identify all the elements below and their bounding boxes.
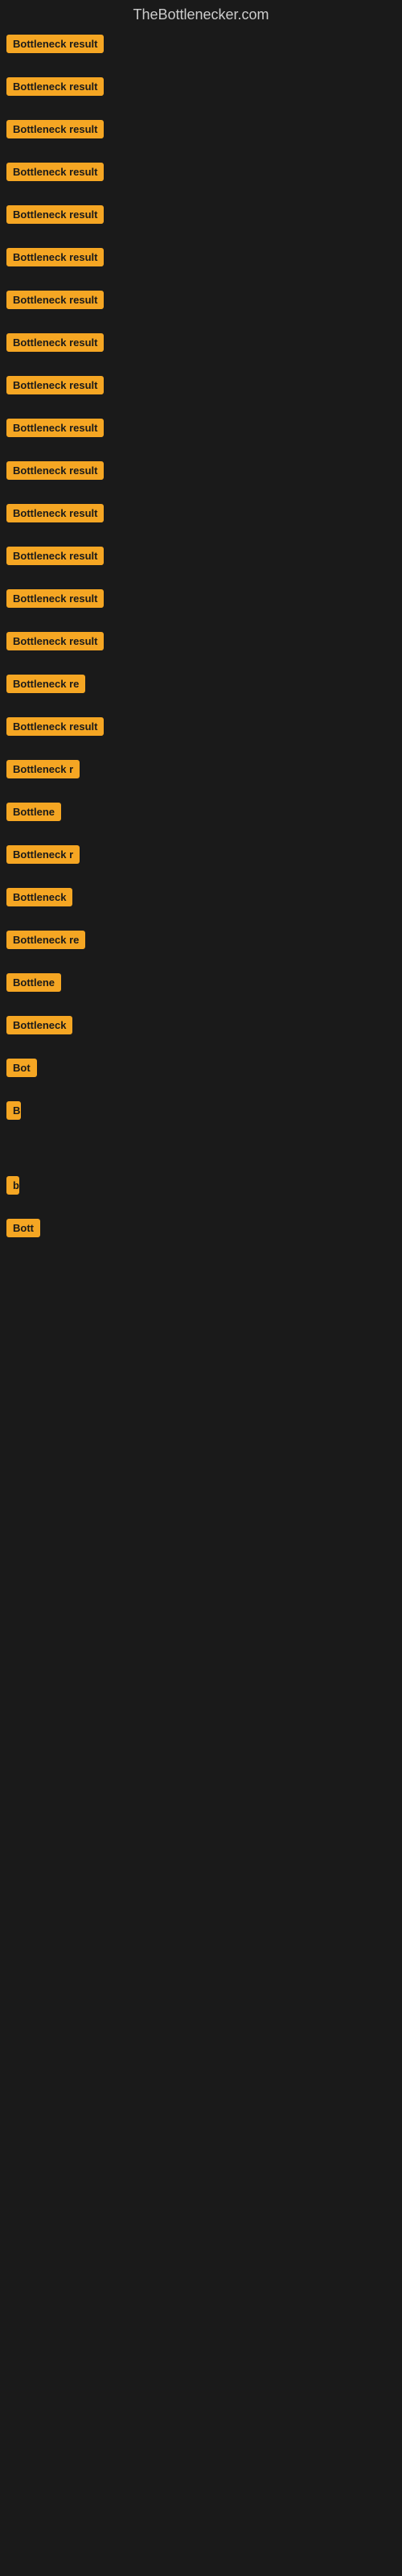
list-item[interactable]: Bottleneck result — [6, 547, 402, 565]
bottleneck-badge[interactable]: Bottlene — [6, 803, 61, 821]
bottleneck-section: Bottleneck result — [0, 414, 402, 456]
bottleneck-section — [0, 1139, 402, 1171]
bottleneck-section: Bottleneck result — [0, 30, 402, 72]
bottleneck-badge[interactable]: Bottleneck r — [6, 845, 80, 864]
list-item[interactable]: Bottleneck r — [6, 760, 402, 778]
bottleneck-badge[interactable]: Bottleneck result — [6, 461, 104, 480]
bottleneck-section: Bottleneck — [0, 1011, 402, 1054]
list-item[interactable]: Bottleneck result — [6, 504, 402, 522]
bottleneck-badge[interactable]: Bottleneck result — [6, 120, 104, 138]
bottleneck-badge[interactable]: Bottleneck result — [6, 205, 104, 224]
bottleneck-section: Bottleneck result — [0, 712, 402, 755]
site-title: TheBottlenecker.com — [0, 0, 402, 30]
list-item[interactable]: Bottleneck result — [6, 717, 402, 736]
bottleneck-section: Bottleneck result — [0, 371, 402, 414]
list-item[interactable]: Bottleneck result — [6, 291, 402, 309]
list-item[interactable]: Bottleneck result — [6, 35, 402, 53]
bottleneck-badge[interactable]: Bottleneck result — [6, 333, 104, 352]
list-item[interactable]: Bottleneck result — [6, 205, 402, 224]
list-item[interactable]: B — [6, 1101, 402, 1120]
bottleneck-section: Bottleneck result — [0, 584, 402, 627]
bottleneck-badge[interactable]: Bott — [6, 1219, 40, 1237]
list-item[interactable]: b — [6, 1176, 402, 1195]
list-item[interactable]: Bott — [6, 1219, 402, 1237]
list-item[interactable]: Bottlene — [6, 803, 402, 821]
bottleneck-section: Bottleneck re — [0, 926, 402, 968]
bottleneck-badge[interactable]: Bottleneck result — [6, 77, 104, 96]
bottleneck-section: Bottleneck result — [0, 542, 402, 584]
list-item[interactable]: Bottleneck result — [6, 461, 402, 480]
bottleneck-badge[interactable]: Bottleneck result — [6, 419, 104, 437]
bottleneck-section: Bottleneck r — [0, 755, 402, 798]
bottleneck-badge[interactable]: Bottleneck — [6, 888, 72, 906]
bottleneck-section: B — [0, 1096, 402, 1139]
bottleneck-badge[interactable]: Bottleneck result — [6, 248, 104, 266]
bottleneck-section — [0, 1289, 402, 1321]
bottleneck-badge[interactable]: Bottleneck result — [6, 717, 104, 736]
list-item[interactable]: Bottleneck result — [6, 120, 402, 138]
bottleneck-section: Bottleneck result — [0, 627, 402, 670]
bottleneck-badge[interactable]: Bottlene — [6, 973, 61, 992]
bottleneck-section: Bottleneck r — [0, 840, 402, 883]
bottleneck-section — [0, 1321, 402, 1353]
bottleneck-badge[interactable]: Bottleneck result — [6, 504, 104, 522]
list-item[interactable]: Bottleneck — [6, 1016, 402, 1034]
list-item[interactable]: Bottleneck re — [6, 931, 402, 949]
bottleneck-badge[interactable]: Bottleneck result — [6, 632, 104, 650]
list-item[interactable]: Bottleneck r — [6, 845, 402, 864]
list-item[interactable]: Bottleneck result — [6, 248, 402, 266]
bottleneck-badge[interactable]: Bottleneck result — [6, 589, 104, 608]
bottleneck-section — [0, 1385, 402, 1418]
bottleneck-section: Bott — [0, 1214, 402, 1257]
list-item[interactable]: Bottleneck result — [6, 376, 402, 394]
bottleneck-section: b — [0, 1171, 402, 1214]
bottleneck-badge[interactable]: b — [6, 1176, 19, 1195]
list-item[interactable]: Bottleneck result — [6, 163, 402, 181]
list-item[interactable]: Bottlene — [6, 973, 402, 992]
bottleneck-badge[interactable]: Bot — [6, 1059, 37, 1077]
bottleneck-section: Bottleneck result — [0, 72, 402, 115]
bottleneck-badge[interactable]: Bottleneck result — [6, 291, 104, 309]
bottleneck-badge[interactable]: Bottleneck result — [6, 35, 104, 53]
bottleneck-section: Bottleneck result — [0, 243, 402, 286]
bottleneck-badge[interactable]: Bottleneck re — [6, 931, 85, 949]
bottleneck-badge[interactable]: Bottleneck r — [6, 760, 80, 778]
bottleneck-badge[interactable]: B — [6, 1101, 21, 1120]
bottleneck-section: Bot — [0, 1054, 402, 1096]
bottleneck-section — [0, 1257, 402, 1289]
list-item[interactable]: Bottleneck result — [6, 77, 402, 96]
bottleneck-section: Bottleneck result — [0, 456, 402, 499]
bottleneck-section: Bottlene — [0, 798, 402, 840]
bottleneck-section: Bottleneck result — [0, 286, 402, 328]
bottleneck-badge[interactable]: Bottleneck — [6, 1016, 72, 1034]
bottleneck-badge[interactable]: Bottleneck result — [6, 376, 104, 394]
bottleneck-section: Bottleneck — [0, 883, 402, 926]
bottleneck-section: Bottleneck result — [0, 499, 402, 542]
list-item[interactable]: Bottleneck result — [6, 632, 402, 650]
page-container: TheBottlenecker.com Bottleneck result Bot… — [0, 0, 402, 1418]
bottleneck-badge[interactable]: Bottleneck re — [6, 675, 85, 693]
bottleneck-section: Bottleneck re — [0, 670, 402, 712]
list-item[interactable]: Bottleneck result — [6, 589, 402, 608]
bottleneck-section — [0, 1353, 402, 1385]
list-item[interactable]: Bottleneck re — [6, 675, 402, 693]
bottleneck-badge[interactable]: Bottleneck result — [6, 547, 104, 565]
bottleneck-section: Bottleneck result — [0, 115, 402, 158]
bottleneck-section: Bottlene — [0, 968, 402, 1011]
bottleneck-badge[interactable]: Bottleneck result — [6, 163, 104, 181]
list-item[interactable]: Bottleneck — [6, 888, 402, 906]
bottleneck-section: Bottleneck result — [0, 328, 402, 371]
list-item[interactable]: Bot — [6, 1059, 402, 1077]
bottleneck-section: Bottleneck result — [0, 200, 402, 243]
bottleneck-section: Bottleneck result — [0, 158, 402, 200]
list-item[interactable]: Bottleneck result — [6, 419, 402, 437]
list-item[interactable]: Bottleneck result — [6, 333, 402, 352]
